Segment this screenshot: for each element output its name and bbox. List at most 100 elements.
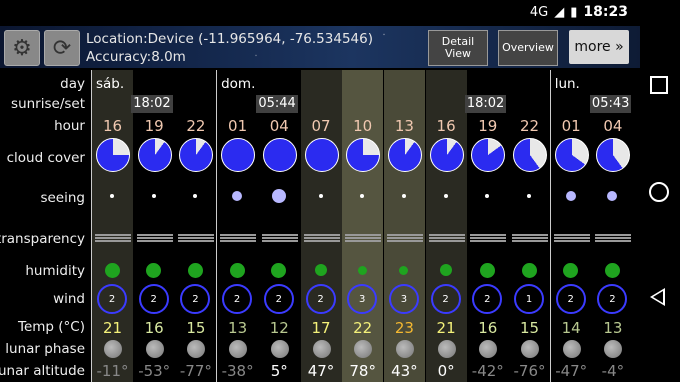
label-cloud-cover: cloud cover [6, 150, 85, 166]
seeing-dot [271, 189, 286, 203]
label-hour: hour [54, 118, 85, 134]
wind-icon: 2 [555, 284, 586, 314]
hour-value: 16 [436, 117, 456, 135]
cloud-cover-icon [304, 138, 339, 172]
seeing-dot [110, 194, 114, 198]
hour-value: 07 [311, 117, 331, 135]
humidity-dot [563, 262, 579, 278]
recents-icon[interactable] [650, 76, 668, 94]
lunar-altitude-value: 47° [307, 362, 335, 380]
forecast-column[interactable]: 18:02 19 2 16 -42° [464, 70, 509, 382]
transparency-bar [220, 234, 257, 242]
moon-icon [479, 340, 498, 358]
status-bar: 4G ◢ ▮ 18:23 [0, 0, 640, 26]
transparency-bar [386, 234, 423, 242]
hour-value: 10 [353, 117, 373, 135]
forecast-column[interactable]: 13 3 23 43° [383, 70, 425, 382]
forecast-column[interactable]: 07 2 17 47° [300, 70, 342, 382]
location-line: Location:Device (-11.965964, -76.534546) [86, 31, 373, 47]
temp-value: 22 [353, 319, 373, 337]
cloud-cover-icon [179, 138, 214, 172]
cloud-cover-icon [554, 138, 589, 172]
forecast-column[interactable]: 16 2 21 0° [425, 70, 467, 382]
transparency-bar [261, 234, 298, 242]
seeing-dot [485, 194, 490, 198]
cloud-cover-icon [387, 138, 422, 172]
hour-value: 01 [561, 117, 581, 135]
hour-value: 04 [603, 117, 623, 135]
cloud-cover-icon [137, 138, 172, 172]
day-label: dom. [221, 76, 256, 92]
home-icon[interactable] [649, 182, 669, 202]
cloud-cover-icon [596, 138, 631, 172]
sun-time: 05:43 [589, 95, 632, 113]
humidity-dot [229, 262, 245, 278]
lunar-altitude-value: 5° [270, 362, 288, 380]
transparency-bar [595, 234, 632, 242]
hour-value: 13 [394, 117, 414, 135]
more-button[interactable]: more » [569, 30, 629, 64]
forecast-column[interactable]: lun. 01 2 14 -47° [550, 70, 592, 382]
forecast-column[interactable]: 22 1 15 -76° [509, 70, 550, 382]
wind-icon: 3 [347, 284, 378, 314]
seeing-dot [607, 191, 618, 201]
moon-icon [562, 340, 581, 358]
gear-icon: ⚙ [12, 35, 32, 61]
sun-time: 18:02 [464, 95, 507, 113]
forecast-column[interactable]: 22 2 15 -77° [175, 70, 217, 382]
humidity-dot [604, 262, 620, 278]
label-transparency: transparency [0, 231, 85, 247]
forecast-column[interactable]: 05:43 04 2 13 -4° [589, 70, 634, 382]
wind-icon: 2 [263, 284, 294, 314]
lunar-altitude-value: -47° [555, 362, 588, 380]
moon-icon [104, 340, 122, 358]
forecast-column[interactable]: 05:44 04 2 12 5° [256, 70, 300, 382]
temp-value: 15 [186, 319, 206, 337]
wind-icon: 2 [597, 284, 628, 314]
hour-value: 22 [519, 117, 540, 135]
refresh-button[interactable]: ⟳ [44, 30, 80, 66]
label-seeing: seeing [40, 190, 85, 206]
hour-value: 19 [478, 117, 498, 135]
day-separator [549, 70, 551, 382]
settings-button[interactable]: ⚙ [4, 30, 40, 66]
temp-value: 15 [519, 319, 540, 337]
forecast-column[interactable]: sáb. 16 2 21 -11° [92, 70, 133, 382]
wind-icon: 2 [430, 284, 461, 314]
moon-icon [395, 340, 414, 358]
moon-icon [187, 340, 206, 358]
label-lunar-phase: lunar phase [5, 341, 85, 357]
seeing-dot [232, 191, 243, 201]
forecast-column[interactable]: dom. 01 2 13 -38° [217, 70, 259, 382]
wind-icon: 2 [472, 284, 503, 314]
seeing-dot [360, 194, 365, 198]
humidity-dot [314, 264, 327, 276]
forecast-column[interactable]: 18:02 19 2 16 -53° [131, 70, 175, 382]
wind-icon: 2 [97, 284, 127, 314]
back-icon[interactable] [650, 288, 665, 306]
seeing-dot [527, 194, 531, 198]
seeing-dot [318, 194, 323, 198]
humidity-dot [479, 262, 495, 278]
cloud-cover-icon [221, 138, 256, 172]
overview-button[interactable]: Overview [498, 30, 558, 66]
transparency-bar [95, 234, 131, 242]
hour-value: 16 [102, 117, 123, 135]
temp-value: 21 [436, 319, 456, 337]
lunar-altitude-value: -53° [138, 362, 171, 380]
lunar-altitude-value: -11° [96, 362, 129, 380]
temp-value: 16 [478, 319, 498, 337]
sun-time: 05:44 [256, 95, 298, 113]
network-indicator: 4G [529, 4, 549, 20]
label-humidity: humidity [25, 263, 85, 279]
detail-view-button[interactable]: Detail View [428, 30, 488, 66]
seeing-dot [443, 194, 448, 198]
seeing-dot [401, 194, 406, 198]
humidity-dot [399, 265, 409, 275]
temp-value: 13 [603, 319, 623, 337]
lunar-altitude-value: -42° [471, 362, 504, 380]
day-separator [216, 70, 218, 382]
forecast-column[interactable]: 10 3 22 78° [342, 70, 384, 382]
temp-value: 12 [269, 319, 289, 337]
lunar-altitude-value: 78° [349, 362, 376, 380]
